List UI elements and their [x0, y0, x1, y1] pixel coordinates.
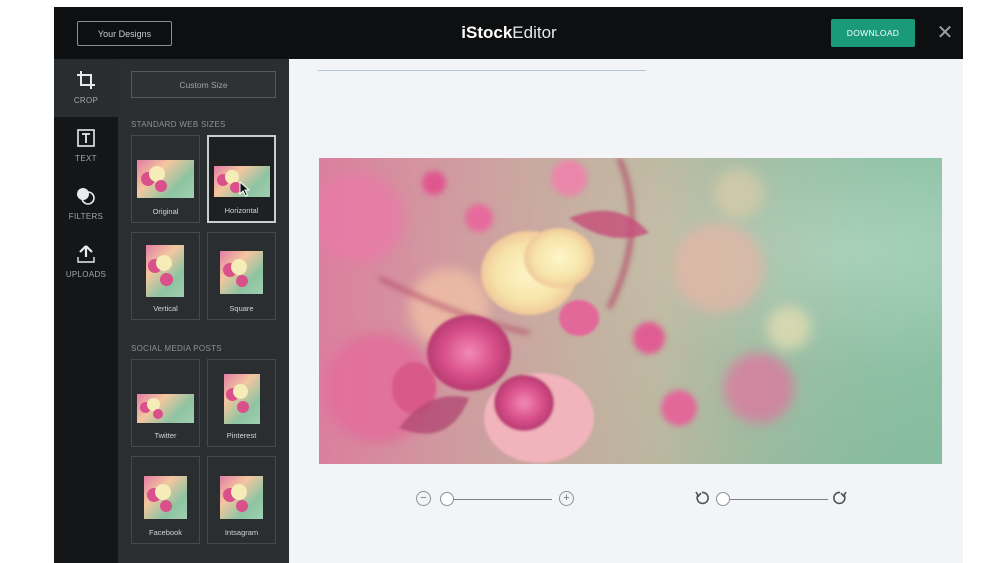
- zoom-in-button[interactable]: +: [559, 491, 574, 506]
- rail-item-filters[interactable]: FILTERS: [54, 175, 118, 233]
- editing-canvas-image[interactable]: [319, 158, 942, 464]
- rail-item-crop[interactable]: CROP: [54, 59, 118, 117]
- tile-label: Original: [152, 207, 179, 216]
- custom-size-button[interactable]: Custom Size: [131, 71, 276, 98]
- size-tile-vertical[interactable]: Vertical: [131, 232, 200, 320]
- rail-label-text: TEXT: [75, 154, 97, 163]
- crop-size-panel: Custom Size STANDARD WEB SIZES Original …: [118, 59, 289, 563]
- size-tile-square[interactable]: Square: [207, 232, 276, 320]
- tile-label: Pinterest: [226, 431, 257, 440]
- size-tile-original[interactable]: Original: [131, 135, 200, 223]
- your-designs-button[interactable]: Your Designs: [77, 21, 172, 46]
- rotate-slider-knob[interactable]: [716, 492, 730, 506]
- size-tile-twitter[interactable]: Twitter: [131, 359, 200, 447]
- size-tile-horizontal[interactable]: Horizontal: [207, 135, 276, 223]
- rotate-right-icon[interactable]: [832, 490, 848, 506]
- brand-logo: iStockEditor: [434, 21, 584, 45]
- rail-item-text[interactable]: TEXT: [54, 117, 118, 175]
- thumbnail-image: [146, 245, 184, 297]
- zoom-out-button[interactable]: −: [416, 491, 431, 506]
- size-tile-instagram[interactable]: Intsagram: [207, 456, 276, 544]
- brand-name-light: Editor: [512, 23, 557, 42]
- size-tile-facebook[interactable]: Facebook: [131, 456, 200, 544]
- zoom-slider-knob[interactable]: [440, 492, 454, 506]
- download-button[interactable]: DOWNLOAD: [831, 19, 915, 47]
- mouse-cursor-icon: [239, 181, 251, 197]
- tile-label: Facebook: [149, 528, 182, 537]
- canvas-guide-line: [318, 70, 646, 71]
- rotate-slider-group: [694, 489, 854, 509]
- section-title-social: SOCIAL MEDIA POSTS: [131, 344, 222, 353]
- thumbnail-image: [144, 476, 187, 519]
- rotate-left-icon[interactable]: [694, 490, 710, 506]
- rail-label-crop: CROP: [73, 96, 99, 105]
- tile-label: Twitter: [154, 431, 177, 440]
- upload-icon: [75, 243, 97, 265]
- tool-rail: CROP TEXT FILTERS UPLOADS: [54, 59, 118, 563]
- blossom-photo: [319, 158, 942, 464]
- thumbnail-image: [220, 476, 263, 519]
- filters-icon: [75, 185, 97, 207]
- brand-name-bold: iStock: [461, 23, 513, 42]
- rail-item-uploads[interactable]: UPLOADS: [54, 233, 118, 291]
- zoom-slider-group: − +: [416, 489, 576, 509]
- thumbnail-image: [137, 394, 194, 423]
- text-icon: [75, 127, 97, 149]
- tile-label: Horizontal: [224, 206, 259, 215]
- tile-label: Intsagram: [224, 528, 259, 537]
- rail-label-filters: FILTERS: [68, 212, 104, 221]
- thumbnail-image: [224, 374, 260, 424]
- thumbnail-image: [137, 160, 194, 198]
- section-title-standard: STANDARD WEB SIZES: [131, 120, 226, 129]
- tile-label: Vertical: [153, 304, 178, 313]
- thumbnail-image: [220, 251, 263, 294]
- close-icon[interactable]: ✕: [934, 22, 956, 44]
- rotate-slider-track[interactable]: [716, 499, 828, 500]
- top-bar: Your Designs iStockEditor DOWNLOAD ✕: [54, 7, 963, 59]
- size-tile-pinterest[interactable]: Pinterest: [207, 359, 276, 447]
- istock-editor-window: Your Designs iStockEditor DOWNLOAD ✕ CRO…: [54, 7, 963, 563]
- tile-label: Square: [229, 304, 254, 313]
- crop-icon: [75, 69, 97, 91]
- zoom-slider-track[interactable]: [440, 499, 552, 500]
- rail-label-uploads: UPLOADS: [65, 270, 107, 279]
